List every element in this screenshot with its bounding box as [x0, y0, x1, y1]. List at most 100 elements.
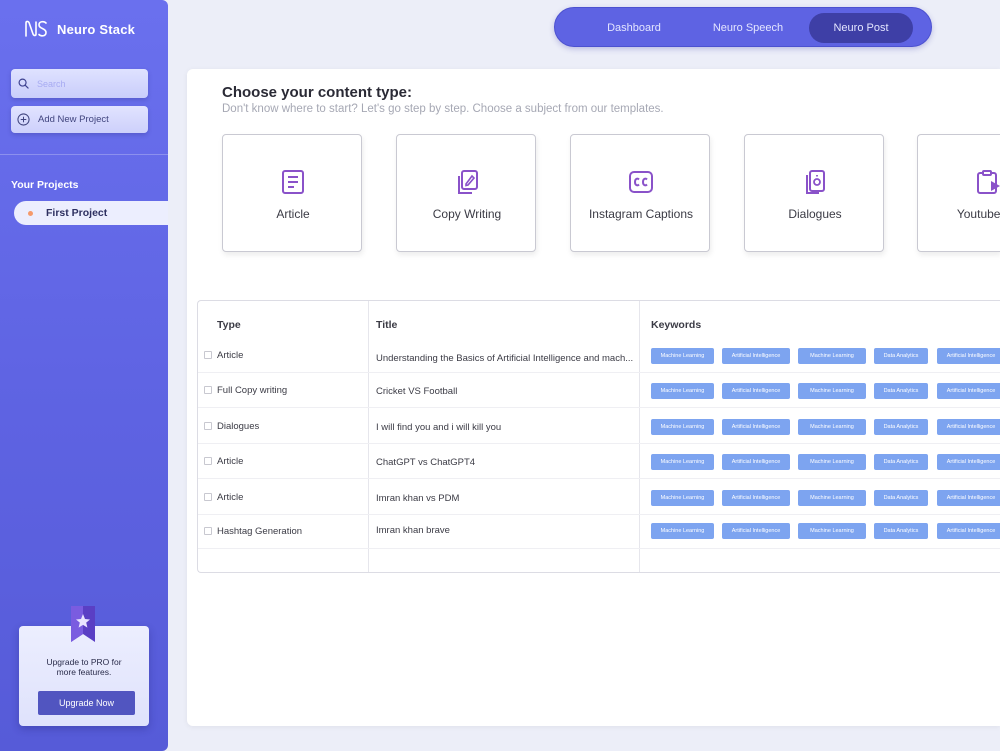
neuro-stack-logo-icon: [25, 20, 47, 37]
keyword-chip[interactable]: Machine Learning: [798, 419, 866, 435]
row-title[interactable]: Understanding the Basics of Artificial I…: [376, 353, 638, 364]
keyword-chip[interactable]: Artificial Intelligence: [937, 490, 1000, 506]
tab-neuro-speech[interactable]: Neuro Speech: [703, 13, 793, 43]
tab-neuro-post[interactable]: Neuro Post: [809, 13, 913, 43]
upgrade-card: Upgrade to PRO for more features. Upgrad…: [19, 606, 149, 726]
project-status-dot: [28, 210, 33, 216]
keyword-chip[interactable]: Artificial Intelligence: [722, 348, 790, 364]
content-type-card-instagram-captions[interactable]: Instagram Captions: [570, 134, 710, 252]
column-header-type[interactable]: Type: [217, 319, 241, 331]
article-icon: [282, 170, 304, 194]
content-type-label: Copy Writing: [432, 207, 502, 221]
column-header-keywords[interactable]: Keywords: [651, 319, 701, 331]
keyword-chip[interactable]: Machine Learning: [798, 523, 866, 539]
row-checkbox[interactable]: [204, 386, 212, 394]
row-type: Article: [217, 456, 244, 467]
main-panel: Choose your content type: Don't know whe…: [187, 69, 1000, 726]
row-title[interactable]: Imran khan vs PDM: [376, 493, 638, 504]
keyword-chip[interactable]: Artificial Intelligence: [937, 348, 1000, 364]
keyword-chip[interactable]: Machine Learning: [651, 523, 714, 539]
keyword-chip[interactable]: Machine Learning: [651, 454, 714, 470]
keyword-chip[interactable]: Artificial Intelligence: [722, 523, 790, 539]
keyword-chip[interactable]: Machine Learning: [651, 490, 714, 506]
upgrade-now-button[interactable]: Upgrade Now: [38, 691, 135, 715]
keyword-chip[interactable]: Data Analytics: [874, 490, 928, 506]
table-row[interactable]: Full Copy writing Cricket VS Football Mach…: [198, 373, 1000, 408]
keyword-chip[interactable]: Artificial Intelligence: [722, 419, 790, 435]
keyword-chip[interactable]: Machine Learning: [651, 383, 714, 399]
app-name: Neuro Stack: [57, 21, 136, 37]
keyword-chip[interactable]: Data Analytics: [874, 383, 928, 399]
projects-table: Type Title Keywords Article Understanding…: [197, 300, 1000, 573]
keyword-chip[interactable]: Artificial Intelligence: [937, 523, 1000, 539]
content-type-card-dialogues[interactable]: Dialogues: [744, 134, 884, 252]
sidebar-divider: [0, 154, 168, 155]
sidebar-item-first-project[interactable]: First Project: [14, 201, 168, 225]
captions-icon: [629, 171, 653, 193]
plus-circle-icon: [17, 113, 30, 126]
keyword-chip[interactable]: Data Analytics: [874, 454, 928, 470]
keyword-chip[interactable]: Machine Learning: [651, 419, 714, 435]
search-input[interactable]: [37, 78, 127, 89]
keyword-chip[interactable]: Machine Learning: [798, 383, 866, 399]
table-row[interactable]: Article Understanding the Basics of Artif…: [198, 338, 1000, 373]
project-label: First Project: [46, 207, 108, 219]
row-checkbox[interactable]: [204, 527, 212, 535]
keyword-chip[interactable]: Machine Learning: [798, 348, 866, 364]
keyword-chip[interactable]: Machine Learning: [651, 348, 714, 364]
column-header-title[interactable]: Title: [376, 319, 397, 331]
keyword-chip[interactable]: Artificial Intelligence: [937, 383, 1000, 399]
page-title: Choose your content type:: [222, 84, 413, 101]
add-project-label: Add New Project: [38, 114, 109, 125]
keyword-chip[interactable]: Artificial Intelligence: [937, 419, 1000, 435]
content-type-label: Instagram Captions: [588, 207, 694, 221]
row-type: Dialogues: [217, 421, 260, 432]
row-divider: [198, 478, 1000, 479]
keyword-chip[interactable]: Machine Learning: [798, 490, 866, 506]
row-divider: [198, 407, 1000, 408]
top-nav: Dashboard Neuro Speech Neuro Post: [554, 7, 932, 47]
content-type-card-copy-writing[interactable]: Copy Writing: [396, 134, 536, 252]
upgrade-text: Upgrade to PRO for more features.: [46, 657, 122, 677]
row-title[interactable]: ChatGPT vs ChatGPT4: [376, 457, 638, 468]
keyword-chip[interactable]: Data Analytics: [874, 348, 928, 364]
row-title[interactable]: Cricket VS Football: [376, 386, 638, 397]
keyword-chip[interactable]: Data Analytics: [874, 419, 928, 435]
row-type: Article: [217, 350, 244, 361]
youtube-clipboard-icon: [977, 170, 1000, 194]
row-checkbox[interactable]: [204, 493, 212, 501]
content-type-label: Youtube Co: [956, 207, 1000, 221]
brand[interactable]: Neuro Stack: [24, 19, 135, 39]
row-checkbox[interactable]: [204, 457, 212, 465]
keyword-chip[interactable]: Artificial Intelligence: [937, 454, 1000, 470]
sidebar: Neuro Stack Add New Project Your Project…: [0, 0, 168, 751]
keyword-chip[interactable]: Artificial Intelligence: [722, 383, 790, 399]
row-type: Full Copy writing: [217, 385, 288, 396]
row-divider: [198, 548, 1000, 549]
tab-dashboard[interactable]: Dashboard: [589, 13, 679, 43]
page-subtitle: Don't know where to start? Let's go step…: [222, 103, 664, 115]
table-row[interactable]: Article Imran khan vs PDM Machine Learning…: [198, 480, 1000, 515]
dialogues-icon: [806, 170, 825, 194]
table-row[interactable]: Article ChatGPT vs ChatGPT4 Machine Learni…: [198, 444, 1000, 479]
content-type-card-youtube[interactable]: Youtube Co: [917, 134, 1000, 252]
add-project-button[interactable]: Add New Project: [11, 106, 148, 133]
search-box[interactable]: [11, 69, 148, 98]
keyword-chip[interactable]: Artificial Intelligence: [722, 490, 790, 506]
row-checkbox[interactable]: [204, 422, 212, 430]
search-icon: [18, 78, 29, 89]
keyword-chip[interactable]: Artificial Intelligence: [722, 454, 790, 470]
row-title[interactable]: Imran khan brave: [376, 525, 638, 536]
content-type-card-article[interactable]: Article: [222, 134, 362, 252]
row-type: Article: [217, 492, 244, 503]
copy-writing-icon: [458, 170, 478, 194]
row-title[interactable]: I will find you and i will kill you: [376, 422, 638, 433]
keyword-chip[interactable]: Data Analytics: [874, 523, 928, 539]
keyword-chip[interactable]: Machine Learning: [798, 454, 866, 470]
row-type: Hashtag Generation: [217, 526, 303, 537]
pro-badge-icon: [71, 606, 95, 642]
content-type-label: Dialogues: [788, 207, 842, 221]
table-row[interactable]: Hashtag Generation Imran khan brave Machin…: [198, 514, 1000, 549]
row-checkbox[interactable]: [204, 351, 212, 359]
table-row[interactable]: Dialogues I will find you and i will kill…: [198, 409, 1000, 444]
